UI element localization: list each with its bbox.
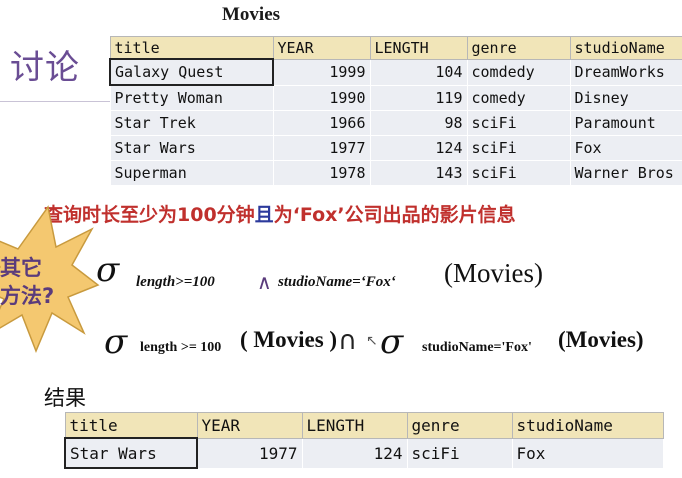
query-description: 查询时长至少为100分钟且为‘Fox’公司出品的影片信息	[44, 200, 516, 227]
cell-genre[interactable]: comedy	[466, 84, 571, 111]
column-header-studio[interactable]: studioName	[569, 36, 682, 60]
cell-studio[interactable]: Paramount	[569, 110, 682, 136]
relation-movies: (Movies)	[444, 258, 543, 288]
column-header-year[interactable]: YEAR	[196, 412, 303, 439]
cell-genre[interactable]: sciFi	[466, 160, 571, 186]
selection-sigma: σ	[104, 322, 128, 362]
heading-divider	[0, 101, 112, 102]
cell-year[interactable]: 1978	[272, 160, 371, 186]
cell-genre[interactable]: comdedy	[466, 58, 571, 86]
table-row: Galaxy Quest 1999 104 comdedy DreamWorks	[109, 58, 682, 86]
callout-text: 其它 方法?	[0, 256, 55, 308]
intersection-operator: ∩	[338, 326, 358, 356]
cell-year[interactable]: 1990	[272, 84, 371, 111]
selection-sigma: σ	[380, 322, 404, 362]
cell-studio[interactable]: Fox	[569, 135, 682, 161]
column-header-genre[interactable]: genre	[406, 412, 513, 439]
cell-length[interactable]: 143	[369, 160, 468, 186]
result-table: title YEAR LENGTH genre studioName Star …	[64, 412, 664, 469]
query-conjunction: 且	[254, 204, 274, 226]
table-row: Pretty Woman 1990 119 comedy Disney	[109, 84, 682, 111]
section-heading: 讨论	[10, 48, 80, 88]
cell-genre[interactable]: sciFi	[466, 110, 571, 136]
column-header-title[interactable]: title	[64, 412, 198, 439]
table-row: Superman 1978 143 sciFi Warner Bros	[109, 160, 682, 186]
result-header-row: title YEAR LENGTH genre studioName	[64, 412, 664, 439]
cell-length[interactable]: 124	[369, 135, 468, 161]
column-header-title[interactable]: title	[109, 36, 274, 60]
relation-movies: ( Movies )	[240, 327, 338, 352]
cell-genre[interactable]: sciFi	[406, 437, 513, 469]
condition-length: length >= 100	[140, 340, 222, 355]
cell-title[interactable]: Star Trek	[109, 110, 274, 136]
column-header-studio[interactable]: studioName	[511, 412, 664, 439]
mouse-cursor-icon: ↖	[366, 333, 378, 349]
cell-length[interactable]: 124	[301, 437, 408, 469]
condition-length: length>=100	[136, 274, 215, 290]
cell-year[interactable]: 1977	[272, 135, 371, 161]
table-row: Star Trek 1966 98 sciFi Paramount	[109, 110, 682, 136]
result-label: 结果	[44, 386, 86, 410]
column-header-genre[interactable]: genre	[466, 36, 571, 60]
table-row: Star Wars 1977 124 sciFi Fox	[64, 437, 664, 469]
cell-title[interactable]: Pretty Woman	[109, 84, 274, 111]
movies-table: title YEAR LENGTH genre studioName Galax…	[109, 36, 682, 186]
relation-movies: (Movies)	[558, 327, 644, 352]
cell-year[interactable]: 1999	[272, 58, 371, 86]
cell-year[interactable]: 1977	[196, 437, 303, 469]
cell-genre[interactable]: sciFi	[466, 135, 571, 161]
query-part2: 为‘Fox’公司出品的影片信息	[273, 204, 516, 226]
condition-studio: studioName=‘Fox‘	[278, 274, 396, 290]
cell-year[interactable]: 1966	[272, 110, 371, 136]
cell-length[interactable]: 119	[369, 84, 468, 111]
cell-studio[interactable]: DreamWorks	[569, 58, 682, 86]
cell-studio[interactable]: Fox	[511, 437, 664, 469]
cell-studio[interactable]: Warner Bros	[569, 160, 682, 186]
table-row: Star Wars 1977 124 sciFi Fox	[109, 135, 682, 161]
selection-sigma: σ	[96, 250, 120, 290]
cell-title[interactable]: Star Wars	[64, 437, 198, 469]
cell-length[interactable]: 104	[369, 58, 468, 86]
cell-length[interactable]: 98	[369, 110, 468, 136]
cell-title[interactable]: Star Wars	[109, 135, 274, 161]
cell-studio[interactable]: Disney	[569, 84, 682, 111]
column-header-length[interactable]: LENGTH	[369, 36, 468, 60]
condition-studio: studioName='Fox'	[422, 340, 532, 355]
column-header-year[interactable]: YEAR	[272, 36, 371, 60]
cell-title[interactable]: Superman	[109, 160, 274, 186]
column-header-length[interactable]: LENGTH	[301, 412, 408, 439]
cell-title[interactable]: Galaxy Quest	[109, 58, 274, 86]
and-operator: ∧	[257, 270, 272, 294]
movies-header-row: title YEAR LENGTH genre studioName	[109, 36, 682, 60]
movies-table-title: Movies	[222, 4, 281, 25]
